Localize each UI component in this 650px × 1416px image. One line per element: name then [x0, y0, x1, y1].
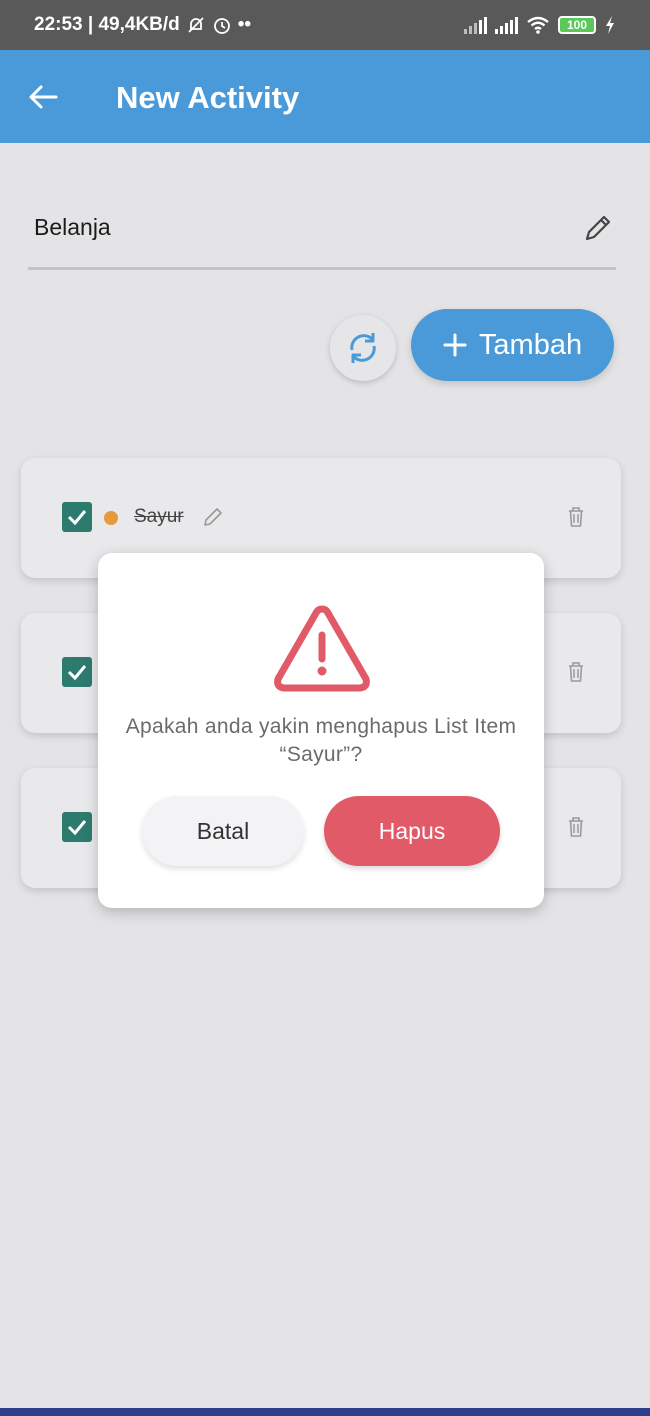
pencil-icon[interactable] — [202, 506, 224, 528]
activity-title-field[interactable]: Belanja — [28, 200, 616, 270]
signal-icon-2 — [495, 16, 518, 34]
check-icon — [67, 820, 87, 836]
cancel-button[interactable]: Batal — [142, 796, 304, 866]
item-checkbox[interactable] — [62, 657, 92, 687]
check-icon — [67, 665, 87, 681]
status-right: 100 — [464, 15, 616, 35]
wifi-icon — [527, 16, 549, 34]
status-time-info: 22:53 | 49,4KB/d — [34, 14, 180, 35]
battery-icon: 100 — [558, 16, 596, 34]
page-title: New Activity — [116, 80, 300, 115]
refresh-button[interactable] — [330, 315, 396, 381]
priority-dot — [104, 511, 118, 525]
trash-icon[interactable] — [567, 661, 585, 683]
plus-icon — [443, 333, 467, 357]
activity-title-value: Belanja — [34, 214, 111, 240]
mute-bell-icon — [188, 17, 204, 33]
trash-icon[interactable] — [567, 816, 585, 838]
warning-icon — [274, 605, 370, 692]
back-button[interactable] — [26, 82, 60, 112]
arrow-left-icon — [29, 85, 58, 109]
delete-button[interactable]: Hapus — [324, 796, 500, 866]
alarm-icon — [213, 18, 230, 34]
check-icon — [67, 510, 87, 526]
item-checkbox[interactable] — [62, 502, 92, 532]
trash-icon[interactable] — [567, 506, 585, 528]
status-more-icons: •• — [237, 14, 252, 35]
confirm-delete-dialog: Apakah anda yakin menghapus List Item “S… — [98, 553, 544, 908]
bottom-edge — [0, 1408, 650, 1416]
charging-icon — [606, 16, 614, 34]
pencil-icon[interactable] — [582, 212, 614, 244]
refresh-icon — [350, 333, 376, 363]
app-bar: New Activity — [0, 50, 650, 143]
add-button[interactable]: Tambah — [411, 309, 614, 381]
dialog-message: Apakah anda yakin menghapus List Item “S… — [125, 715, 517, 766]
signal-icon-1 — [464, 16, 487, 34]
add-button-label: Tambah — [478, 328, 583, 361]
status-left: 22:53 | 49,4KB/d •• — [34, 14, 251, 36]
status-bar: 22:53 | 49,4KB/d •• 100 — [0, 0, 650, 50]
item-checkbox[interactable] — [62, 812, 92, 842]
item-label: Sayur — [134, 506, 184, 527]
